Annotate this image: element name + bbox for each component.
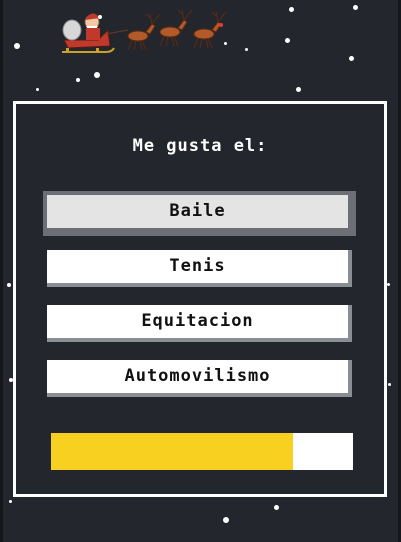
snowflake bbox=[9, 500, 12, 503]
snowflake bbox=[7, 283, 11, 287]
question-text: Me gusta el: bbox=[132, 136, 268, 156]
snowflake bbox=[274, 505, 279, 510]
snowflake bbox=[36, 88, 39, 91]
progress-bar bbox=[51, 433, 353, 470]
snowflake bbox=[94, 72, 100, 78]
snowflake bbox=[353, 5, 358, 10]
quiz-panel: Me gusta el: Baile Tenis Equitacion Auto… bbox=[13, 101, 387, 497]
option-equitacion-button[interactable]: Equitacion bbox=[47, 305, 352, 342]
snowflake bbox=[349, 56, 354, 61]
progress-bar-fill bbox=[51, 433, 293, 470]
snowflake bbox=[76, 78, 80, 82]
snowflake bbox=[387, 283, 390, 286]
snowflake bbox=[285, 38, 290, 43]
snowflake bbox=[388, 383, 391, 386]
snowflake bbox=[245, 48, 248, 51]
snowflake bbox=[14, 43, 20, 49]
option-automovilismo-button[interactable]: Automovilismo bbox=[47, 360, 352, 397]
page-edge-left bbox=[0, 0, 3, 542]
option-baile-button[interactable]: Baile bbox=[43, 191, 356, 236]
option-tenis-button[interactable]: Tenis bbox=[47, 250, 352, 287]
snowflake bbox=[289, 7, 294, 12]
santa-sleigh-reindeer-icon bbox=[62, 9, 227, 53]
snowflake bbox=[223, 517, 229, 523]
snowflake bbox=[296, 87, 301, 92]
